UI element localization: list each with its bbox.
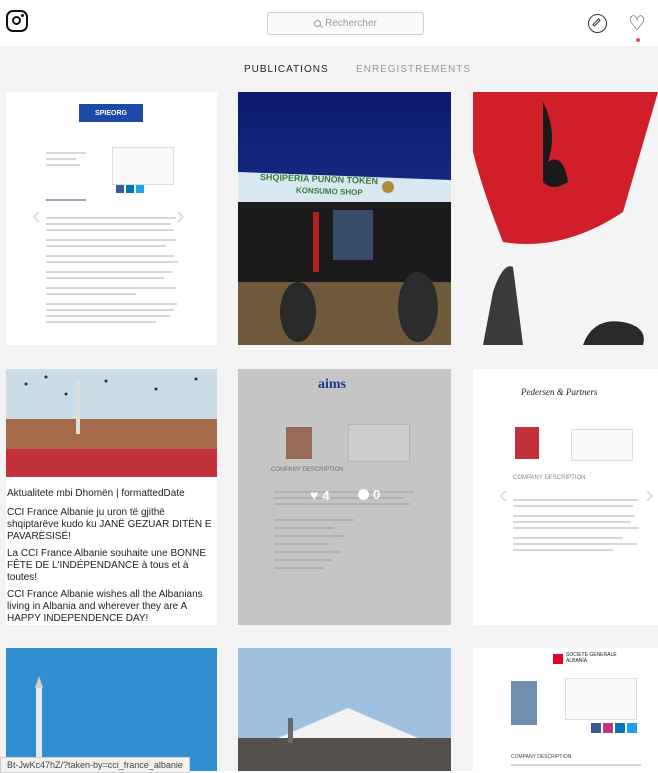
post-thumbnail[interactable]: SPIEORG ‹ › [6, 92, 217, 345]
comments-count: 0 [358, 487, 380, 502]
facebook-icon [116, 185, 124, 193]
flag-statue-image [473, 92, 658, 345]
comment-bubble-icon [358, 489, 369, 500]
activity-heart-icon[interactable]: ♡ [628, 14, 646, 34]
post-caption: CCI France Albanie wishes all the Albani… [7, 589, 203, 624]
document-header-logo: SPIEORG [79, 104, 143, 122]
search-icon [314, 20, 322, 27]
facebook-icon [591, 723, 601, 733]
chevron-right-icon: › [176, 200, 185, 230]
post-thumbnail[interactable]: SOCIETE GENERALE ALBANIA COMPANY DESCRIP… [473, 648, 658, 771]
search-placeholder: Rechercher [325, 18, 377, 29]
post-title: Aktualitete mbi Dhomën | formattedDate [7, 488, 185, 499]
post-thumbnail[interactable] [473, 92, 658, 345]
post-thumbnail[interactable]: SHQIPERIA PUNON TOKEN KONSUMO SHOP [238, 92, 451, 345]
search-input[interactable]: Rechercher [267, 12, 424, 35]
notification-dot [636, 38, 640, 42]
linkedin-icon [126, 185, 134, 193]
post-caption: La CCI France Albanie souhaite une BONNE… [7, 548, 206, 583]
heart-icon: ♥ [310, 487, 319, 503]
hover-overlay [238, 369, 451, 625]
likes-count: ♥ 4 [310, 487, 330, 503]
logo-text: ALBANIA [566, 658, 588, 664]
post-thumbnail[interactable] [6, 648, 217, 771]
top-bar: Rechercher ♡ [0, 0, 658, 46]
chevron-right-icon: › [645, 479, 654, 509]
linkedin-icon [615, 723, 625, 733]
profile-photo [515, 427, 539, 459]
chevron-left-icon: ‹ [499, 479, 508, 509]
pedersen-logo: Pedersen & Partners [521, 387, 598, 397]
post-caption: CCI France Albanie ju uron të gjithë shq… [7, 507, 212, 542]
section-heading: COMPANY DESCRIPTION [513, 475, 586, 481]
post-thumbnail[interactable]: aims COMPANY DESCRIPTION ♥ 4 0 [238, 369, 451, 625]
tab-publications[interactable]: PUBLICATIONS [244, 64, 329, 75]
instagram-logo-icon[interactable] [6, 10, 28, 32]
event-tent-photo-image [238, 648, 451, 771]
post-thumbnail[interactable]: Pedersen & Partners COMPANY DESCRIPTION … [473, 369, 658, 625]
profile-tabs: PUBLICATIONS ENREGISTREMENTS [0, 46, 658, 90]
post-thumbnail[interactable]: Aktualitete mbi Dhomën | formattedDate C… [6, 369, 217, 625]
twitter-icon [627, 723, 637, 733]
societe-generale-logo-icon [553, 654, 563, 664]
celebration-photo-image [6, 369, 217, 477]
chevron-left-icon: ‹ [32, 200, 41, 230]
instagram-icon [603, 723, 613, 733]
section-heading: COMPANY DESCRIPTION [511, 754, 572, 760]
minaret-photo-image [6, 648, 217, 771]
profile-photo [511, 681, 537, 725]
explore-compass-icon[interactable] [588, 14, 607, 33]
street-photo-image [238, 92, 451, 345]
tab-enregistrements[interactable]: ENREGISTREMENTS [356, 64, 471, 75]
post-thumbnail[interactable] [238, 648, 451, 771]
twitter-icon [136, 185, 144, 193]
